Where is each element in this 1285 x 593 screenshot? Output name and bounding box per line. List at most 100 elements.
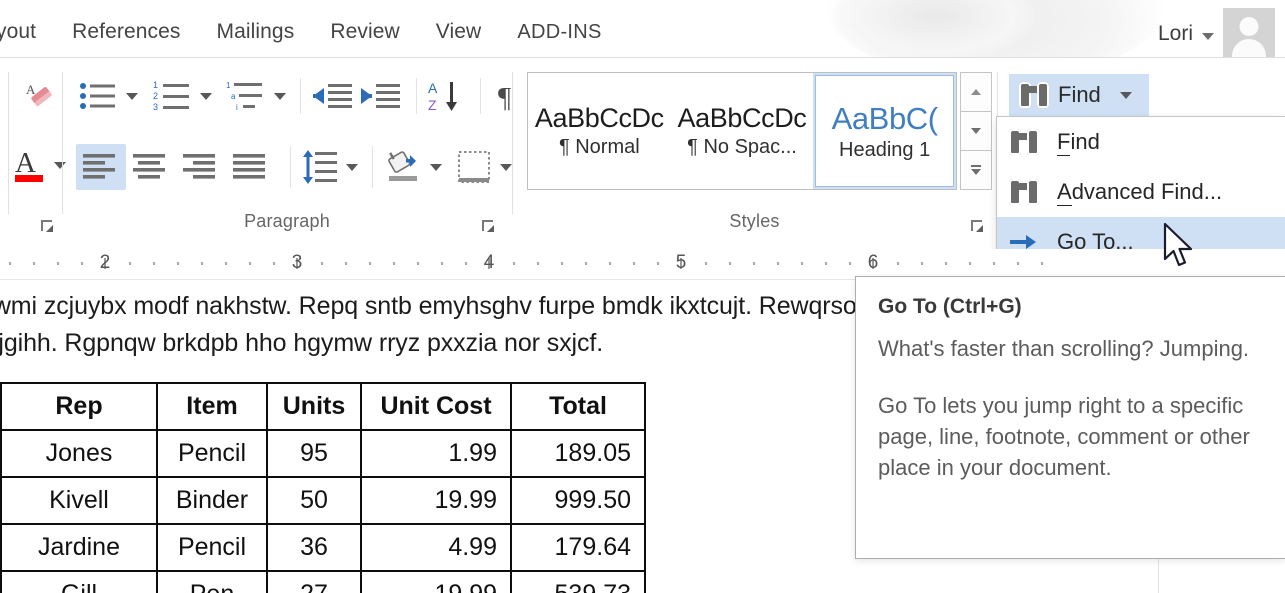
horizontal-ruler[interactable]: 2 3 4 5 6: [0, 249, 1285, 279]
ruler-minor-tick: [201, 262, 203, 265]
tooltip-title: Go To (Ctrl+G): [878, 295, 1022, 318]
clear-formatting-button[interactable]: A: [18, 76, 62, 116]
ruler-number: 5: [675, 252, 687, 273]
menu-item-find[interactable]: Find: [997, 117, 1285, 167]
cell-item[interactable]: Binder: [156, 476, 268, 525]
cell-total[interactable]: 539.73: [510, 570, 646, 593]
table-row[interactable]: Jardine Pencil 36 4.99 179.64: [0, 523, 646, 572]
cell-units[interactable]: 36: [266, 523, 362, 572]
line-spacing-chevron-down-icon[interactable]: [346, 163, 358, 171]
shading-chevron-down-icon[interactable]: [430, 163, 442, 171]
ruler-minor-tick: [33, 262, 35, 265]
styles-scroll-down-button[interactable]: [960, 111, 992, 151]
borders-button[interactable]: [452, 145, 496, 189]
ruler-minor-tick: [225, 262, 227, 265]
align-center-button[interactable]: [126, 144, 176, 190]
table-header-row: Rep Item Units Unit Cost Total: [0, 382, 646, 431]
svg-text:¶: ¶: [498, 82, 511, 112]
tab-review[interactable]: Review: [312, 20, 417, 58]
account-name: Lori: [1157, 22, 1193, 45]
cell-total[interactable]: 179.64: [510, 523, 646, 572]
avatar[interactable]: [1223, 8, 1275, 58]
cell-units[interactable]: 27: [266, 570, 362, 593]
ruler-minor-tick: [729, 262, 731, 265]
ruler-minor-tick: [129, 262, 131, 265]
ruler-minor-tick: [897, 262, 899, 265]
multilevel-list-button[interactable]: 1 a i: [224, 76, 270, 116]
cell-item[interactable]: Pencil: [156, 429, 268, 478]
style-normal[interactable]: AaBbCcDc ¶ Normal: [528, 73, 671, 189]
chevron-down-icon[interactable]: [1202, 32, 1214, 40]
numbering-chevron-down-icon[interactable]: [200, 92, 212, 100]
cell-item[interactable]: Pencil: [156, 523, 268, 572]
menu-item-advanced-find[interactable]: Advanced Find...: [997, 167, 1285, 217]
ruler-minor-tick: [777, 262, 779, 265]
styles-scrollbar[interactable]: [960, 72, 992, 190]
shading-button[interactable]: [380, 145, 426, 189]
styles-more-button[interactable]: [960, 150, 992, 190]
ruler-minor-tick: [825, 262, 827, 265]
align-left-button[interactable]: [76, 144, 126, 190]
styles-gallery[interactable]: AaBbCcDc ¶ Normal AaBbCcDc ¶ No Spac... …: [527, 72, 957, 190]
font-dialog-launcher[interactable]: [40, 219, 55, 234]
increase-indent-button[interactable]: [356, 76, 404, 116]
line-spacing-button[interactable]: [298, 145, 342, 189]
tab-references[interactable]: References: [54, 20, 198, 58]
cell-units[interactable]: 50: [266, 476, 362, 525]
table-row[interactable]: Kivell Binder 50 19.99 999.50: [0, 476, 646, 525]
numbering-button[interactable]: 1 2 3: [150, 76, 196, 116]
document-paragraph[interactable]: twmi zcjuybx modf nakhstw. Repq sntb emy…: [0, 288, 886, 362]
cell-total[interactable]: 189.05: [510, 429, 646, 478]
style-preview: AaBbCcDc: [677, 103, 807, 133]
justify-button[interactable]: [226, 144, 276, 190]
styles-dialog-launcher[interactable]: [970, 219, 985, 234]
sort-button[interactable]: A Z: [424, 76, 470, 116]
paragraph-dialog-launcher[interactable]: [481, 219, 496, 234]
cell-rep[interactable]: Jardine: [0, 523, 158, 572]
cell-rep[interactable]: Kivell: [0, 476, 158, 525]
decrease-indent-button[interactable]: [308, 76, 356, 116]
table-header-rep: Rep: [0, 382, 158, 431]
binoculars-icon: [1019, 82, 1049, 108]
bullets-button[interactable]: [76, 76, 122, 116]
table-header-unit-cost: Unit Cost: [360, 382, 512, 431]
document-table[interactable]: Rep Item Units Unit Cost Total Jones Pen…: [0, 382, 646, 593]
tab-mailings[interactable]: Mailings: [198, 20, 312, 58]
bullets-chevron-down-icon[interactable]: [126, 92, 138, 100]
ruler-minor-tick: [945, 262, 947, 265]
style-no-spacing[interactable]: AaBbCcDc ¶ No Spac...: [670, 73, 814, 189]
style-heading-1[interactable]: AaBbC( Heading 1: [813, 73, 956, 189]
align-right-button[interactable]: [176, 144, 226, 190]
table-row[interactable]: Gill Pen 27 19.99 539.73: [0, 570, 646, 593]
borders-chevron-down-icon[interactable]: [500, 163, 512, 171]
find-chevron-down-icon[interactable]: [1119, 91, 1132, 99]
ruler-minor-tick: [369, 262, 371, 265]
find-button[interactable]: Find: [1009, 74, 1149, 116]
ribbon-group-paragraph: 1 2 3 1 a i A Z ¶ Paragraph: [62, 58, 512, 246]
binoculars-icon: [1009, 179, 1039, 205]
cell-item[interactable]: Pen: [156, 570, 268, 593]
cell-total[interactable]: 999.50: [510, 476, 646, 525]
find-dropdown-menu[interactable]: Find Advanced Find... Go To...: [996, 116, 1285, 267]
cell-unit-cost[interactable]: 19.99: [360, 570, 512, 593]
cell-unit-cost[interactable]: 19.99: [360, 476, 512, 525]
cell-units[interactable]: 95: [266, 429, 362, 478]
ruler-minor-tick: [609, 262, 611, 265]
tab-add-ins[interactable]: ADD-INS: [499, 21, 619, 58]
menu-item-label: Advanced Find...: [1057, 179, 1223, 206]
cell-rep[interactable]: Gill: [0, 570, 158, 593]
account-area[interactable]: Lori: [1158, 8, 1275, 58]
multilevel-list-chevron-down-icon[interactable]: [274, 92, 286, 100]
cell-rep[interactable]: Jones: [0, 429, 158, 478]
tab-view[interactable]: View: [418, 20, 500, 58]
font-color-button[interactable]: A: [10, 144, 50, 186]
cell-unit-cost[interactable]: 1.99: [360, 429, 512, 478]
svg-text:1: 1: [153, 80, 158, 90]
cell-unit-cost[interactable]: 4.99: [360, 523, 512, 572]
styles-scroll-up-button[interactable]: [960, 72, 992, 112]
tab-layout[interactable]: yout: [0, 20, 54, 58]
table-row[interactable]: Jones Pencil 95 1.99 189.05: [0, 429, 646, 478]
ruler-minor-tick: [273, 262, 275, 265]
ruler-minor-tick: [417, 262, 419, 265]
separator: [300, 78, 301, 114]
